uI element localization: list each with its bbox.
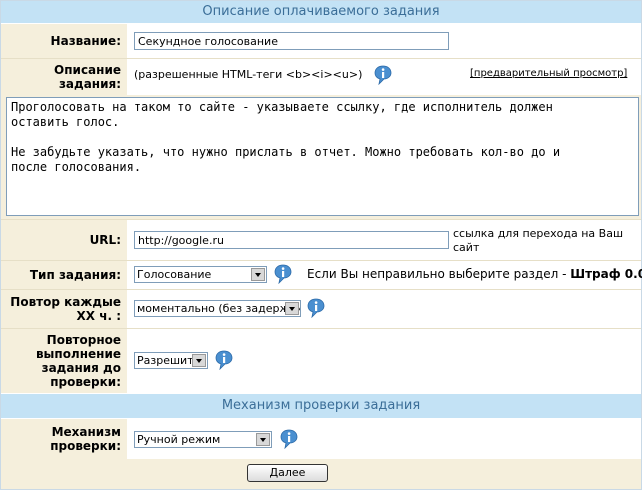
- check-label: Механизм проверки:: [1, 419, 127, 459]
- repeat-label-line2: XX ч. :: [76, 309, 121, 323]
- section-header-check: Механизм проверки задания: [1, 394, 641, 418]
- check-label-line1: Механизм: [51, 425, 121, 439]
- penalty-warning: Если Вы неправильно выберите раздел - Шт…: [307, 267, 642, 281]
- task-type-selected: Голосование: [137, 268, 212, 281]
- info-icon[interactable]: [307, 298, 325, 319]
- name-input[interactable]: [134, 32, 449, 50]
- check-selected: Ручной режим: [137, 433, 221, 446]
- info-icon[interactable]: [215, 350, 233, 371]
- name-label: Название:: [1, 24, 127, 58]
- repeat-select[interactable]: моментально (без задержки): [134, 300, 301, 317]
- task-type-select[interactable]: Голосование: [134, 266, 267, 283]
- url-input[interactable]: [134, 231, 449, 249]
- description-label: Описание задания:: [1, 59, 127, 95]
- info-icon[interactable]: [374, 65, 392, 86]
- next-button[interactable]: Далее: [247, 464, 328, 482]
- description-label-line2: задания:: [58, 77, 121, 91]
- description-textarea[interactable]: Проголосовать на таком то сайте - указыв…: [6, 97, 639, 216]
- info-icon[interactable]: [280, 429, 298, 450]
- check-label-line2: проверки:: [50, 439, 121, 453]
- task-type-label: Тип задания:: [1, 261, 127, 289]
- re-exec-select[interactable]: Разрешить: [134, 352, 208, 369]
- check-select[interactable]: Ручной режим: [134, 431, 272, 448]
- penalty-amount: Штраф 0.05$: [570, 267, 642, 281]
- url-label: URL:: [1, 220, 127, 260]
- chevron-down-icon: [256, 433, 270, 446]
- re-exec-label: Повторное выполнение задания до проверки…: [1, 329, 127, 393]
- section-header-description: Описание оплачиваемого задания: [1, 1, 641, 23]
- penalty-warning-text: Если Вы неправильно выберите раздел -: [307, 267, 571, 281]
- task-form: Описание оплачиваемого задания Название:…: [0, 0, 642, 490]
- re-exec-label-line4: проверки:: [50, 375, 121, 389]
- chevron-down-icon: [285, 302, 299, 315]
- description-label-line1: Описание: [54, 63, 121, 77]
- re-exec-label-line1: Повторное: [46, 333, 121, 347]
- repeat-selected: моментально (без задержки): [137, 302, 301, 315]
- html-tags-hint: (разрешенные HTML-теги <b><i><u>): [134, 68, 363, 81]
- re-exec-label-line2: выполнение: [35, 347, 121, 361]
- chevron-down-icon: [192, 354, 206, 367]
- info-icon[interactable]: [274, 264, 292, 285]
- repeat-label-line1: Повтор каждые: [10, 295, 121, 309]
- re-exec-selected: Разрешить: [137, 354, 201, 367]
- re-exec-label-line3: задания до: [41, 361, 121, 375]
- chevron-down-icon: [251, 268, 265, 281]
- preview-link[interactable]: [предварительный просмотр]: [470, 68, 627, 79]
- repeat-label: Повтор каждые XX ч. :: [1, 290, 127, 328]
- url-hint: ссылка для перехода на Ваш сайт: [453, 227, 624, 254]
